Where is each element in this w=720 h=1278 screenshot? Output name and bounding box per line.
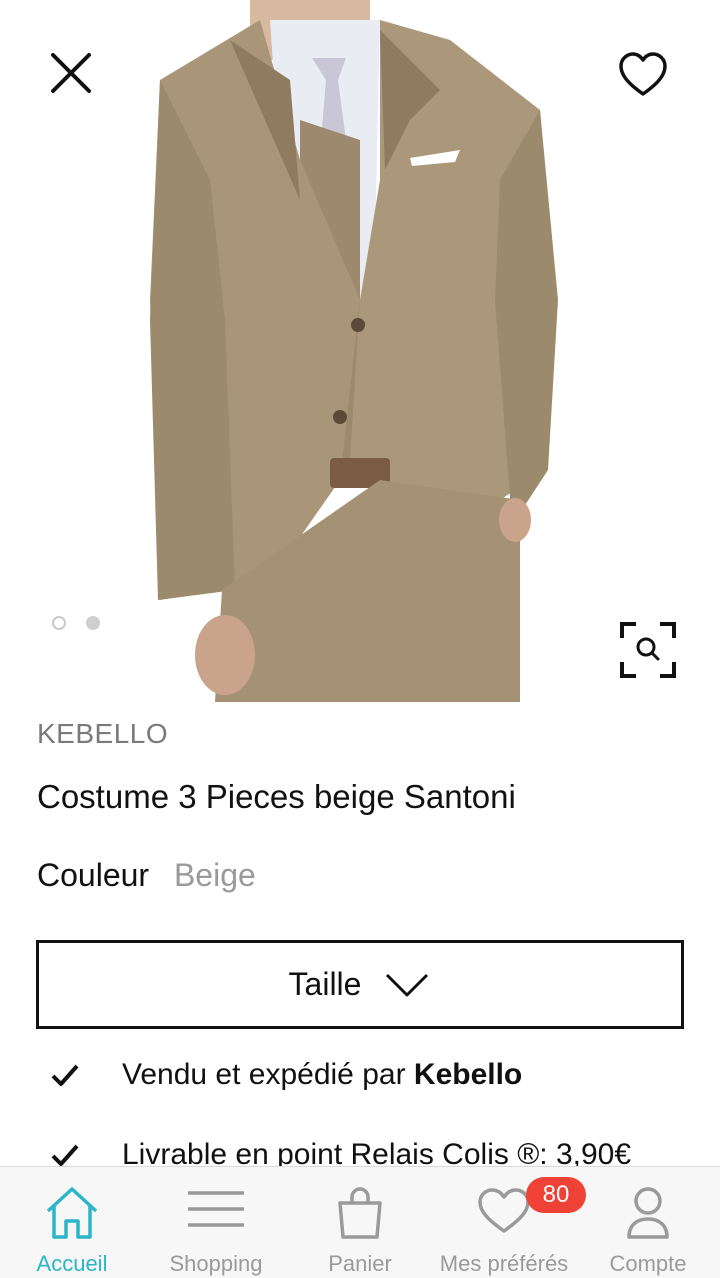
product-brand[interactable]: KEBELLO [37,718,168,750]
tab-accueil[interactable]: Accueil [0,1167,144,1278]
favorites-count-badge: 80 [526,1177,586,1213]
zoom-scan-icon [620,622,676,678]
tab-panier[interactable]: Panier [288,1167,432,1278]
size-select-button[interactable]: Taille [36,940,684,1029]
feature-seller: Vendu et expédié par Kebello [50,1058,522,1092]
heart-icon [478,1188,530,1233]
tab-accueil-label: Accueil [36,1251,108,1276]
zoom-button[interactable] [616,618,680,682]
bottom-tab-bar: Accueil Shopping Panier Mes préférés Com… [0,1166,720,1278]
product-image-gallery[interactable] [0,0,720,702]
close-button[interactable] [40,42,102,104]
product-title: Costume 3 Pieces beige Santoni [37,778,516,815]
gallery-dot-active[interactable] [86,616,100,630]
color-value: Beige [173,857,256,893]
feature-seller-text: Vendu et expédié par Kebello [122,1058,523,1091]
size-label: Taille [288,966,362,1002]
chevron-down-icon [386,973,429,996]
color-label: Couleur [37,857,150,893]
gallery-dot[interactable] [52,616,66,630]
check-icon [51,1064,79,1086]
gallery-pagination [52,616,100,630]
tab-compte[interactable]: Compte [576,1167,720,1278]
user-icon [627,1187,669,1239]
bag-icon [338,1187,382,1239]
heart-icon [619,52,667,96]
tab-shopping-label: Shopping [169,1251,263,1276]
color-row: Couleur Beige [37,857,256,894]
favorite-button[interactable] [612,44,674,106]
tab-shopping[interactable]: Shopping [144,1167,288,1278]
tab-panier-label: Panier [328,1251,392,1276]
close-icon [51,53,91,93]
tab-mes-preferes-label: Mes préférés [439,1251,569,1276]
menu-icon [188,1191,244,1227]
tab-compte-label: Compte [609,1251,687,1276]
home-icon [46,1187,98,1239]
seller-name: Kebello [413,1058,523,1091]
